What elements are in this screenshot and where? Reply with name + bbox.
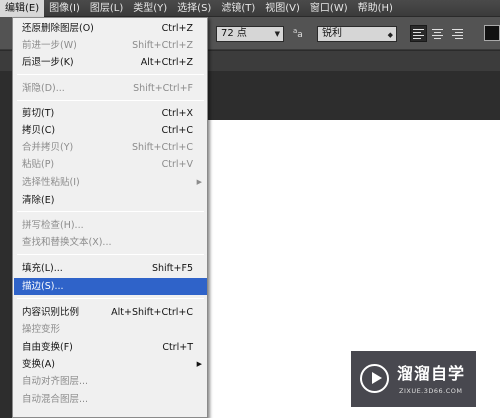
menu-item-puppet-warp[interactable]: 操控变形 — [14, 321, 207, 338]
menu-separator — [17, 254, 204, 255]
menu-image[interactable]: 图像(I) — [44, 0, 85, 17]
menu-select[interactable]: 选择(S) — [172, 0, 216, 17]
menu-separator — [17, 298, 204, 299]
menu-help[interactable]: 帮助(H) — [353, 0, 398, 17]
menu-item-step-backward[interactable]: 后退一步(K) Alt+Ctrl+Z — [14, 54, 207, 71]
menu-item-paste-special[interactable]: 选择性粘贴(I) ▶ — [14, 174, 207, 191]
text-color-swatch[interactable] — [484, 25, 500, 41]
watermark-title: 溜溜自学 — [397, 364, 466, 383]
menu-item-find-replace[interactable]: 查找和替换文本(X)... — [14, 234, 207, 251]
menu-item-undo[interactable]: 还原删除图层(O) Ctrl+Z — [14, 20, 207, 37]
antialias-select[interactable]: 锐利 ◆ — [317, 26, 397, 42]
menu-item-step-forward[interactable]: 前进一步(W) Shift+Ctrl+Z — [14, 37, 207, 54]
align-left-button[interactable] — [410, 25, 427, 42]
menu-layer[interactable]: 图层(L) — [85, 0, 128, 17]
menu-window[interactable]: 窗口(W) — [305, 0, 353, 17]
font-size-select[interactable]: 72 点 ▼ — [216, 26, 284, 42]
menu-type[interactable]: 类型(Y) — [128, 0, 172, 17]
submenu-arrow-icon: ▶ — [196, 178, 202, 186]
menu-separator — [17, 100, 204, 101]
menu-item-check-spelling[interactable]: 拼写检查(H)... — [14, 217, 207, 234]
align-center-button[interactable] — [430, 25, 447, 42]
menu-item-stroke[interactable]: 描边(S)... — [14, 278, 207, 295]
watermark-logo: 溜溜自学 ZIXUE.3D66.COM — [351, 351, 476, 407]
menu-item-auto-align[interactable]: 自动对齐图层... — [14, 373, 207, 390]
menu-separator — [17, 211, 204, 212]
menu-item-auto-blend[interactable]: 自动混合图层... — [14, 391, 207, 408]
play-icon — [360, 364, 389, 393]
antialias-icon: aa — [293, 27, 303, 40]
menu-item-copy[interactable]: 拷贝(C) Ctrl+C — [14, 122, 207, 139]
submenu-arrow-icon: ▶ — [196, 360, 202, 368]
menu-item-fill[interactable]: 填充(L)... Shift+F5 — [14, 260, 207, 277]
chevron-down-icon: ▼ — [274, 30, 280, 38]
updown-arrow-icon: ◆ — [387, 31, 393, 39]
watermark-url: ZIXUE.3D66.COM — [399, 387, 463, 395]
antialias-value: 锐利 — [322, 28, 342, 39]
menu-separator — [17, 74, 204, 75]
menu-item-clear[interactable]: 清除(E) — [14, 192, 207, 209]
menu-item-content-aware-scale[interactable]: 内容识别比例 Alt+Shift+Ctrl+C — [14, 304, 207, 321]
menu-view[interactable]: 视图(V) — [260, 0, 305, 17]
edit-menu-dropdown: 还原删除图层(O) Ctrl+Z 前进一步(W) Shift+Ctrl+Z 后退… — [12, 17, 208, 418]
menu-item-cut[interactable]: 剪切(T) Ctrl+X — [14, 105, 207, 122]
menu-item-paste[interactable]: 粘贴(P) Ctrl+V — [14, 156, 207, 173]
menu-bar: 编辑(E) 图像(I) 图层(L) 类型(Y) 选择(S) 滤镜(T) 视图(V… — [0, 0, 500, 17]
menu-item-free-transform[interactable]: 自由变换(F) Ctrl+T — [14, 339, 207, 356]
menu-filter[interactable]: 滤镜(T) — [216, 0, 260, 17]
menu-item-copy-merged[interactable]: 合并拷贝(Y) Shift+Ctrl+C — [14, 139, 207, 156]
font-size-value: 72 点 — [221, 28, 247, 39]
align-right-button[interactable] — [450, 25, 467, 42]
menu-edit[interactable]: 编辑(E) — [0, 0, 45, 17]
menu-item-transform[interactable]: 变换(A) ▶ — [14, 356, 207, 373]
menu-item-fade[interactable]: 渐隐(D)... Shift+Ctrl+F — [14, 80, 207, 97]
